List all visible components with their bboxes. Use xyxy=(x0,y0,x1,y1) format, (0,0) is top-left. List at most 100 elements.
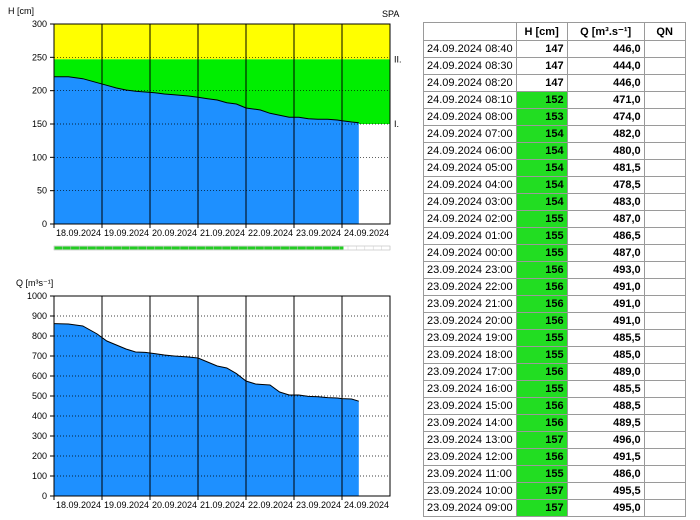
cell-q: 483,0 xyxy=(566,193,645,211)
table-row[interactable]: 23.09.2024 16:00 155 485,5 xyxy=(423,380,686,398)
x-tick-label: 23.09.2024 xyxy=(296,500,341,510)
cell-q: 491,0 xyxy=(566,278,645,296)
discharge-chart: 0 100 200 300 400 500 600 700 800 900 1000 18.09.20… xyxy=(16,278,391,510)
cell-q: 486,5 xyxy=(566,227,645,245)
cell-qn xyxy=(643,159,686,177)
h-axis-label: H [cm] xyxy=(8,6,34,16)
cell-q: 493,0 xyxy=(566,261,645,279)
cell-qn xyxy=(643,40,686,58)
cell-h: 156 xyxy=(515,414,568,432)
cell-datetime: 23.09.2024 21:00 xyxy=(423,295,517,313)
cell-h: 157 xyxy=(515,499,568,517)
cell-qn xyxy=(643,295,686,313)
cell-datetime: 23.09.2024 14:00 xyxy=(423,414,517,432)
data-coverage-fill xyxy=(54,246,344,250)
cell-q: 481,5 xyxy=(566,159,645,177)
cell-q: 474,0 xyxy=(566,108,645,126)
header-q: Q [m³.s⁻¹] xyxy=(566,22,645,41)
cell-datetime: 23.09.2024 23:00 xyxy=(423,261,517,279)
cell-h: 154 xyxy=(515,159,568,177)
cell-qn xyxy=(643,363,686,381)
cell-qn xyxy=(643,210,686,228)
x-tick-label: 24.09.2024 xyxy=(344,500,389,510)
series-area xyxy=(54,323,359,496)
cell-q: 480,0 xyxy=(566,142,645,160)
y-tick-label: 1000 xyxy=(27,291,47,301)
x-tick-label: 23.09.2024 xyxy=(296,228,341,238)
table-row[interactable]: 24.09.2024 08:00 153 474,0 xyxy=(423,108,686,126)
flood-level-label: II. xyxy=(394,54,402,64)
table-row[interactable]: 23.09.2024 17:00 156 489,0 xyxy=(423,363,686,381)
x-tick-label: 22.09.2024 xyxy=(248,500,293,510)
cell-datetime: 23.09.2024 16:00 xyxy=(423,380,517,398)
header-qn: QN xyxy=(643,22,686,41)
cell-h: 156 xyxy=(515,278,568,296)
cell-h: 155 xyxy=(515,227,568,245)
table-row[interactable]: 24.09.2024 08:20 147 446,0 xyxy=(423,74,686,92)
table-row[interactable]: 24.09.2024 06:00 154 480,0 xyxy=(423,142,686,160)
table-row[interactable]: 24.09.2024 05:00 154 481,5 xyxy=(423,159,686,177)
cell-qn xyxy=(643,414,686,432)
cell-qn xyxy=(643,74,686,92)
table-row[interactable]: 24.09.2024 01:00 155 486,5 xyxy=(423,227,686,245)
cell-datetime: 24.09.2024 08:10 xyxy=(423,91,517,109)
cell-h: 147 xyxy=(515,40,568,58)
table-row[interactable]: 23.09.2024 11:00 155 486,0 xyxy=(423,465,686,483)
cell-qn xyxy=(643,108,686,126)
table-row[interactable]: 24.09.2024 03:00 154 483,0 xyxy=(423,193,686,211)
table-row[interactable]: 24.09.2024 00:00 155 487,0 xyxy=(423,244,686,262)
table-row[interactable]: 23.09.2024 15:00 156 488,5 xyxy=(423,397,686,415)
table-row[interactable]: 23.09.2024 20:00 156 491,0 xyxy=(423,312,686,330)
cell-qn xyxy=(643,142,686,160)
x-tick-label: 21.09.2024 xyxy=(200,500,245,510)
cell-qn xyxy=(643,499,686,517)
cell-datetime: 24.09.2024 08:20 xyxy=(423,74,517,92)
cell-qn xyxy=(643,448,686,466)
cell-q: 487,0 xyxy=(566,244,645,262)
cell-qn xyxy=(643,227,686,245)
table-row[interactable]: 23.09.2024 18:00 155 485,0 xyxy=(423,346,686,364)
measurements-table-container[interactable]: H [cm] Q [m³.s⁻¹] QN 24.09.2024 08:40 147… xyxy=(423,22,691,520)
table-row[interactable]: 24.09.2024 02:00 155 487,0 xyxy=(423,210,686,228)
table-row[interactable]: 23.09.2024 14:00 156 489,5 xyxy=(423,414,686,432)
cell-q: 446,0 xyxy=(566,40,645,58)
table-row[interactable]: 23.09.2024 21:00 156 491,0 xyxy=(423,295,686,313)
cell-qn xyxy=(643,346,686,364)
cell-q: 478,5 xyxy=(566,176,645,194)
cell-h: 156 xyxy=(515,448,568,466)
table-row[interactable]: 24.09.2024 08:40 147 446,0 xyxy=(423,40,686,58)
header-datetime xyxy=(423,22,517,41)
y-tick-label: 200 xyxy=(32,86,47,96)
x-tick-label: 18.09.2024 xyxy=(56,500,101,510)
cell-h: 155 xyxy=(515,346,568,364)
cell-h: 157 xyxy=(515,431,568,449)
cell-h: 154 xyxy=(515,142,568,160)
table-row[interactable]: 24.09.2024 04:00 154 478,5 xyxy=(423,176,686,194)
y-tick-label: 200 xyxy=(32,451,47,461)
cell-q: 487,0 xyxy=(566,210,645,228)
table-row[interactable]: 24.09.2024 07:00 154 482,0 xyxy=(423,125,686,143)
cell-h: 155 xyxy=(515,465,568,483)
x-tick-label: 21.09.2024 xyxy=(200,228,245,238)
cell-q: 446,0 xyxy=(566,74,645,92)
cell-qn xyxy=(643,380,686,398)
cell-h: 153 xyxy=(515,108,568,126)
cell-h: 152 xyxy=(515,91,568,109)
cell-qn xyxy=(643,261,686,279)
table-row[interactable]: 23.09.2024 22:00 156 491,0 xyxy=(423,278,686,296)
cell-h: 155 xyxy=(515,244,568,262)
table-row[interactable]: 23.09.2024 10:00 157 495,5 xyxy=(423,482,686,500)
table-row[interactable]: 23.09.2024 19:00 155 485,5 xyxy=(423,329,686,347)
table-row[interactable]: 24.09.2024 08:30 147 444,0 xyxy=(423,57,686,75)
cell-datetime: 24.09.2024 07:00 xyxy=(423,125,517,143)
flood-level-label: I. xyxy=(394,119,399,129)
table-row[interactable]: 23.09.2024 09:00 157 495,0 xyxy=(423,499,686,517)
cell-q: 486,0 xyxy=(566,465,645,483)
table-row[interactable]: 23.09.2024 12:00 156 491,5 xyxy=(423,448,686,466)
table-row[interactable]: 24.09.2024 08:10 152 471,0 xyxy=(423,91,686,109)
table-row[interactable]: 23.09.2024 13:00 157 496,0 xyxy=(423,431,686,449)
table-row[interactable]: 23.09.2024 23:00 156 493,0 xyxy=(423,261,686,279)
y-tick-label: 250 xyxy=(32,52,47,62)
cell-qn xyxy=(643,312,686,330)
cell-datetime: 23.09.2024 11:00 xyxy=(423,465,517,483)
